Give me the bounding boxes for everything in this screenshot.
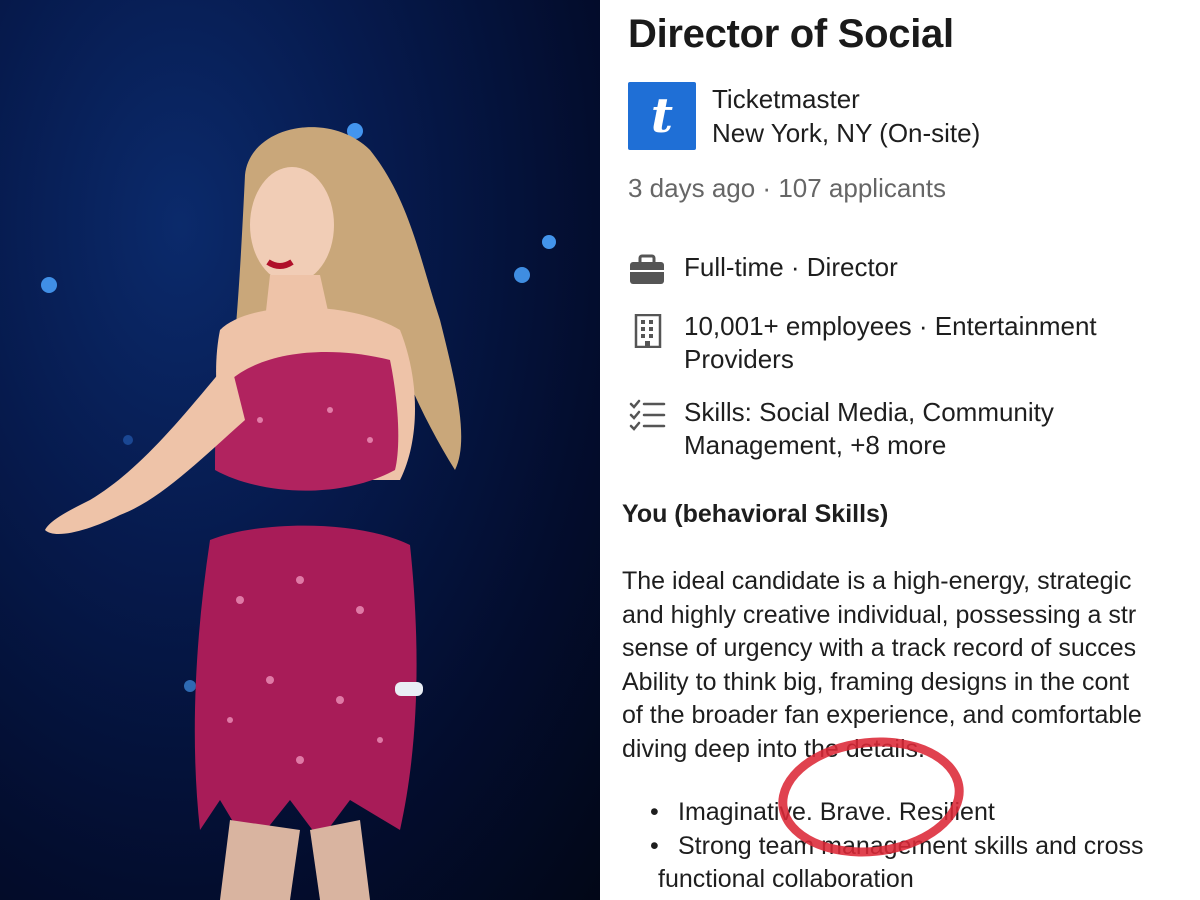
checklist-icon [629,399,666,431]
bullet-text-continuation: functional collaboration [658,865,914,893]
building-icon [634,314,662,348]
company-size-line-2: Providers [684,344,794,374]
section-heading: You (behavioral Skills) [622,500,889,528]
company-size: 10,001+ employees · Entertainment Provid… [684,310,1184,376]
company-size-line-1: 10,001+ employees · Entertainment [684,311,1097,341]
skills-line-1: Skills: Social Media, Community [684,397,1054,427]
performer-illustration [41,123,556,900]
posting-meta: 3 days ago · 107 applicants [628,173,946,203]
description-paragraph: The ideal candidate is a high-energy, st… [622,565,1200,766]
skills-line-2: Management, +8 more [684,430,947,460]
company-logo[interactable]: t [628,82,696,150]
bullet-dot-icon: • [650,831,659,860]
job-title: Director of Social [628,12,954,56]
employment-type: Full-time · Director [684,252,898,282]
job-location: New York, NY (On-site) [712,118,981,148]
detail-row-company-size: 10,001+ employees · Entertainment Provid… [628,310,1188,378]
bullet-dot-icon: • [650,798,659,826]
concert-photo [0,0,600,900]
paragraph-line: The ideal candidate is a high-energy, st… [622,567,1132,595]
company-logo-letter: t [650,88,674,144]
skills-summary: Skills: Social Media, Community Manageme… [684,396,1184,462]
detail-row-skills[interactable]: Skills: Social Media, Community Manageme… [628,396,1188,464]
paragraph-line: and highly creative individual, possessi… [622,600,1137,629]
company-name[interactable]: Ticketmaster [712,84,860,115]
paragraph-line: sense of urgency with a track record of … [622,634,1137,662]
briefcase-icon [630,254,664,284]
paragraph-line: Ability to think big, framing designs in… [622,667,1130,696]
detail-row-employment: Full-time · Director [628,251,1188,285]
paragraph-line: of the broader fan experience, and comfo… [622,701,1142,729]
job-listing-panel: Director of Social t Ticketmaster New Yo… [600,0,1200,900]
